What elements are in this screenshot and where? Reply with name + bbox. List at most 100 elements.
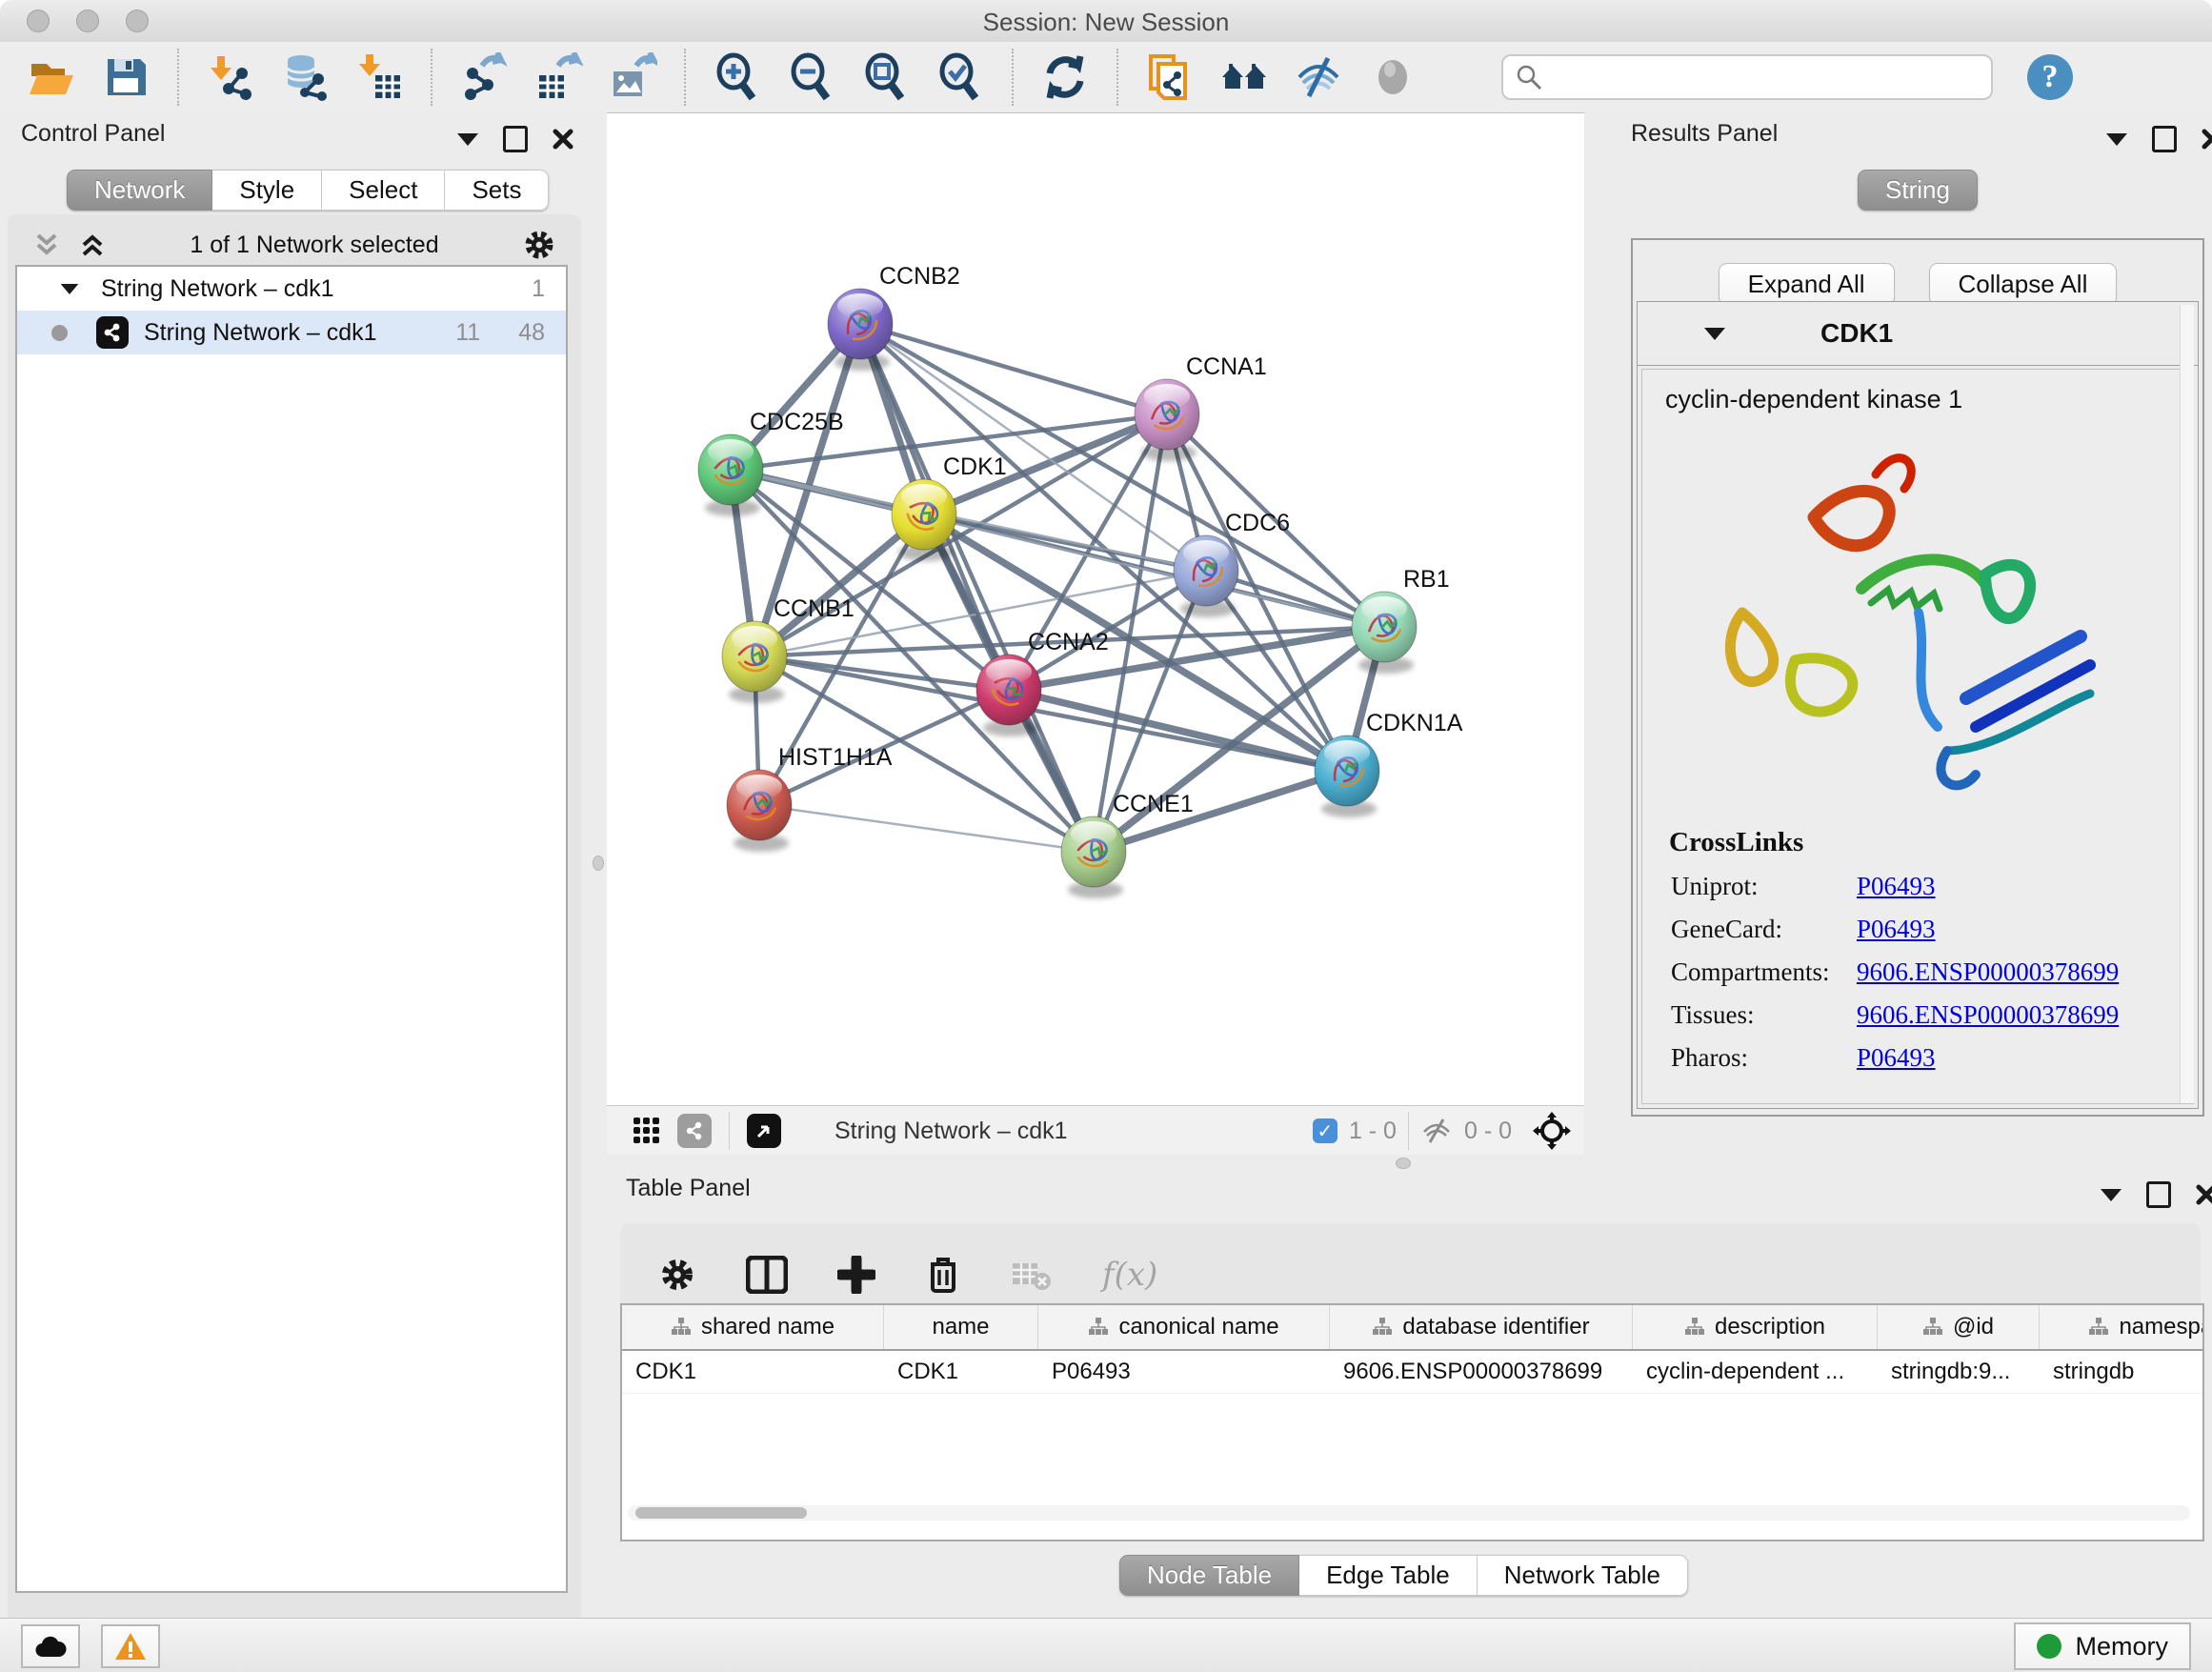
column-header[interactable]: description: [1633, 1305, 1878, 1349]
splitter-grip[interactable]: [593, 856, 604, 871]
import-table-icon[interactable]: [354, 52, 404, 102]
detach-view-icon[interactable]: [747, 1114, 781, 1148]
export-image-icon[interactable]: [608, 52, 657, 102]
create-column-plus-icon[interactable]: [837, 1256, 875, 1294]
network-node-HIST1H1A[interactable]: HIST1H1A: [727, 744, 893, 852]
network-overview-icon[interactable]: [677, 1114, 712, 1148]
panel-menu-icon[interactable]: [457, 133, 478, 146]
gene-details: cyclin-dependent kinase 1 CrossLinks: [1641, 369, 2194, 1104]
tab-sets[interactable]: Sets: [445, 170, 549, 211]
panel-float-icon[interactable]: [503, 126, 528, 152]
column-header[interactable]: name: [884, 1305, 1038, 1349]
cell-database-identifier[interactable]: 9606.ENSP00000378699: [1330, 1351, 1633, 1393]
panel-close-icon[interactable]: [553, 129, 573, 150]
warnings-button[interactable]: [101, 1624, 160, 1668]
network-node-RB1[interactable]: RB1: [1352, 566, 1450, 674]
table-options-gear-icon[interactable]: [658, 1256, 696, 1294]
tab-style[interactable]: Style: [212, 170, 322, 211]
gene-section: CDK1 cyclin-dependent kinase 1 CrossLink…: [1637, 301, 2199, 1109]
refresh-layout-icon[interactable]: [1040, 52, 1090, 102]
eye-slash-icon[interactable]: [1294, 52, 1343, 102]
panel-float-icon[interactable]: [2146, 1181, 2171, 1208]
pharos-link[interactable]: P06493: [1857, 1043, 1936, 1073]
tab-string[interactable]: String: [1858, 170, 1978, 211]
cloud-icon: [33, 1634, 68, 1659]
tab-edge-table[interactable]: Edge Table: [1299, 1555, 1478, 1596]
memory-button[interactable]: Memory: [2014, 1622, 2191, 1670]
zoom-fit-icon[interactable]: [861, 52, 911, 102]
panel-float-icon[interactable]: [2152, 126, 2177, 152]
hierarchy-icon: [1372, 1318, 1393, 1337]
cell-id[interactable]: stringdb:9...: [1878, 1351, 2040, 1393]
uniprot-link[interactable]: P06493: [1857, 872, 1936, 901]
column-header[interactable]: @id: [1878, 1305, 2040, 1349]
search-input[interactable]: [1543, 63, 1957, 91]
home-houses-icon[interactable]: [1219, 52, 1269, 102]
search-icon: [1515, 63, 1543, 91]
expand-all-tree-icon[interactable]: [32, 232, 61, 258]
tissues-link[interactable]: 9606.ENSP00000378699: [1857, 1000, 2119, 1030]
network-row[interactable]: String Network – cdk1 11 48: [17, 311, 566, 354]
cell-namespace[interactable]: stringdb: [2040, 1351, 2204, 1393]
help-button[interactable]: ?: [2027, 54, 2073, 100]
network-edge[interactable]: [860, 324, 1167, 414]
compartments-link[interactable]: 9606.ENSP00000378699: [1857, 957, 2119, 987]
zoom-out-icon[interactable]: [787, 52, 836, 102]
column-header[interactable]: canonical name: [1038, 1305, 1330, 1349]
tab-network[interactable]: Network: [67, 170, 212, 211]
panel-close-icon[interactable]: [2202, 129, 2212, 150]
cloud-button[interactable]: [21, 1624, 80, 1668]
save-session-icon[interactable]: [101, 52, 151, 102]
results-scrollbar[interactable]: [2180, 305, 2194, 1103]
export-network-icon[interactable]: [459, 52, 509, 102]
network-collection-row[interactable]: String Network – cdk1 1: [17, 267, 566, 311]
import-network-database-icon[interactable]: [280, 52, 330, 102]
collection-expander-icon[interactable]: [61, 283, 79, 293]
panel-close-icon[interactable]: [2196, 1184, 2212, 1205]
grid-view-icon[interactable]: [630, 1114, 664, 1148]
network-edge[interactable]: [860, 324, 1384, 627]
panel-menu-icon[interactable]: [2106, 133, 2127, 146]
network-view-toolbar: String Network – cdk1 ✓ 1 - 0 0 - 0: [607, 1105, 1584, 1156]
splitter-grip[interactable]: [1396, 1158, 1411, 1169]
network-edge[interactable]: [759, 805, 1094, 852]
network-node-CDKN1A[interactable]: CDKN1A: [1315, 710, 1463, 817]
vertical-splitter-left[interactable]: [589, 112, 607, 1618]
expand-all-button[interactable]: Expand All: [1719, 263, 1895, 306]
network-edge[interactable]: [860, 324, 1094, 852]
zoom-in-icon[interactable]: [713, 52, 762, 102]
cell-shared-name[interactable]: CDK1: [622, 1351, 884, 1393]
open-session-icon[interactable]: [27, 52, 76, 102]
section-expander-icon[interactable]: [1704, 328, 1725, 340]
panel-menu-icon[interactable]: [2101, 1189, 2122, 1201]
scrollbar-thumb[interactable]: [635, 1507, 807, 1519]
tab-node-table[interactable]: Node Table: [1119, 1555, 1299, 1596]
column-header[interactable]: database identifier: [1330, 1305, 1633, 1349]
tab-select[interactable]: Select: [322, 170, 445, 211]
column-header[interactable]: namespace: [2040, 1305, 2204, 1349]
control-panel-title: Control Panel: [21, 120, 165, 148]
cell-name[interactable]: CDK1: [884, 1351, 1038, 1393]
zoom-selected-icon[interactable]: [935, 52, 985, 102]
copy-network-to-clipboard-icon[interactable]: [1145, 52, 1195, 102]
cell-canonical-name[interactable]: P06493: [1038, 1351, 1330, 1393]
selected-checkbox-icon[interactable]: ✓: [1313, 1118, 1337, 1143]
birds-eye-crosshair-icon[interactable]: [1533, 1112, 1571, 1150]
tab-network-table[interactable]: Network Table: [1478, 1555, 1688, 1596]
cell-description[interactable]: cyclin-dependent ...: [1633, 1351, 1878, 1393]
table-horizontal-scrollbar[interactable]: [628, 1505, 2190, 1521]
import-network-file-icon[interactable]: [206, 52, 255, 102]
delete-column-trash-icon[interactable]: [925, 1255, 961, 1295]
show-column-icon[interactable]: [746, 1256, 788, 1294]
collapse-all-tree-icon[interactable]: [78, 232, 107, 258]
network-canvas[interactable]: CCNB2CCNA1CDC25BCDK1CDC6RB1CCNB1CCNA2CDK…: [607, 116, 1584, 1105]
node-label: CCNA2: [1028, 629, 1109, 655]
collapse-all-button[interactable]: Collapse All: [1929, 263, 2118, 306]
table-row[interactable]: CDK1 CDK1 P06493 9606.ENSP00000378699 cy…: [622, 1351, 2202, 1394]
network-options-gear-icon[interactable]: [522, 228, 556, 262]
export-table-icon[interactable]: [533, 52, 583, 102]
hierarchy-icon: [1922, 1318, 1943, 1337]
genecard-link[interactable]: P06493: [1857, 915, 1936, 944]
network-selection-summary: 1 of 1 Network selected: [107, 232, 522, 259]
column-header[interactable]: shared name: [622, 1305, 884, 1349]
